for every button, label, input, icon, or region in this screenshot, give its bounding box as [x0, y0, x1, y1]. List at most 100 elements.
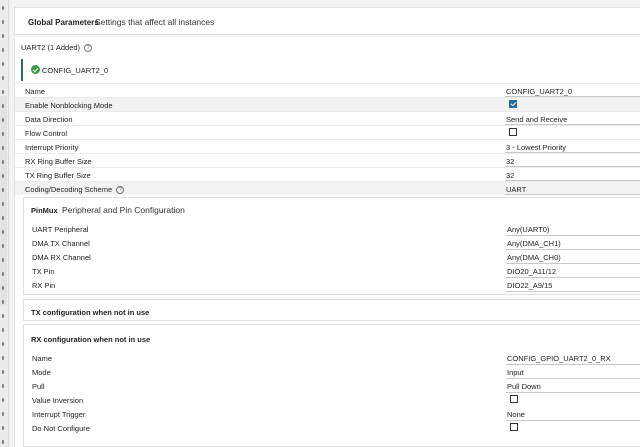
rx-row-pull: Pull Pull Down [24, 379, 640, 393]
gutter-marker [2, 146, 4, 150]
pinmux-card: PinMux Peripheral and Pin Configuration … [23, 197, 640, 295]
property-label: Name [32, 354, 53, 363]
tx-config-card[interactable]: TX configuration when not in use [23, 299, 640, 321]
instance-name: CONFIG_UART2_0 [42, 66, 109, 75]
gutter-marker [2, 286, 4, 290]
property-label: TX Ring Buffer Size [25, 171, 91, 180]
property-row-data-direction: Data Direction Send and Receive [15, 111, 640, 125]
property-label: Interrupt Trigger [32, 410, 86, 419]
pinmux-row-uart-peripheral: UART Peripheral Any(UART0) [24, 222, 640, 236]
dma-tx-channel-select[interactable]: Any(DMA_CH1) [507, 239, 561, 248]
rx-row-value-inversion: Value Inversion [24, 393, 640, 407]
property-label: Data Direction [25, 115, 73, 124]
coding-scheme-select[interactable]: UART [506, 185, 526, 194]
rx-config-card: RX configuration when not in use Name CO… [23, 324, 640, 447]
property-label: Pull [32, 382, 45, 391]
property-label: Interrupt Priority [25, 143, 79, 152]
value-inversion-checkbox[interactable] [510, 395, 518, 403]
property-label: Enable Nonblocking Mode [25, 101, 113, 110]
gutter-marker [2, 258, 4, 262]
gutter-marker [2, 34, 4, 38]
property-label: RX Pin [32, 281, 56, 290]
tx-pin-select[interactable]: DIO20_A11/12 [507, 267, 556, 276]
tx-ring-buffer-size-field[interactable]: 32 [506, 171, 514, 180]
gutter-marker [2, 90, 4, 94]
property-label: Do Not Configure [32, 424, 90, 433]
gutter-marker [2, 300, 4, 304]
property-row-rx-buffer: RX Ring Buffer Size 32 [15, 153, 640, 167]
property-label: UART Peripheral [32, 225, 89, 234]
field-underline [506, 291, 640, 292]
pinmux-title: PinMux [31, 206, 58, 215]
do-not-configure-checkbox[interactable] [510, 423, 518, 431]
gutter-marker [2, 132, 4, 136]
gutter-marker [2, 174, 4, 178]
property-row-enable-nonblocking: Enable Nonblocking Mode [15, 97, 640, 111]
pinmux-row-rx-pin: RX Pin DIO22_A9/15 [24, 278, 640, 292]
selected-indicator [21, 59, 23, 81]
help-icon[interactable]: ? [84, 44, 93, 53]
gutter-marker [2, 160, 4, 164]
rx-config-title: RX configuration when not in use [31, 335, 151, 344]
gutter-marker [2, 328, 4, 332]
interrupt-priority-select[interactable]: 3 - Lowest Priority [506, 143, 566, 152]
property-label: DMA TX Channel [32, 239, 90, 248]
property-label: DMA RX Channel [32, 253, 91, 262]
property-label: Coding/Decoding Scheme ? [25, 185, 125, 195]
gutter-marker [2, 20, 4, 24]
rx-ring-buffer-size-field[interactable]: 32 [506, 157, 514, 166]
gutter-marker [2, 6, 4, 10]
enable-nonblocking-checkbox[interactable] [509, 100, 517, 108]
gutter-marker [2, 104, 4, 108]
rx-row-name: Name CONFIG_GPIO_UART2_0_RX [24, 351, 640, 365]
gutter-marker [2, 188, 4, 192]
gutter-marker [2, 202, 4, 206]
property-label: Name [25, 87, 46, 96]
gutter-marker [2, 230, 4, 234]
gutter-marker [2, 244, 4, 248]
mode-select[interactable]: Input [507, 368, 524, 377]
uart2-module-panel: UART2 (1 Added) ? CONFIG_UART2_0 Name CO… [14, 37, 640, 447]
rx-row-do-not-configure: Do Not Configure [24, 421, 640, 435]
uart2-module-title: UART2 (1 Added) ? [21, 43, 93, 53]
property-label: TX Pin [32, 267, 55, 276]
help-icon[interactable]: ? [116, 186, 125, 195]
dma-rx-channel-select[interactable]: Any(DMA_CH0) [507, 253, 561, 262]
tx-config-title: TX configuration when not in use [31, 308, 150, 317]
pull-select[interactable]: Pull Down [507, 382, 541, 391]
name-field[interactable]: CONFIG_UART2_0 [506, 87, 572, 96]
gutter-marker [2, 412, 4, 416]
property-label: RX Ring Buffer Size [25, 157, 92, 166]
rx-pin-select[interactable]: DIO22_A9/15 [507, 281, 552, 290]
interrupt-trigger-select[interactable]: None [507, 410, 525, 419]
rx-row-interrupt-trigger: Interrupt Trigger None [24, 407, 640, 421]
flow-control-checkbox[interactable] [509, 128, 517, 136]
check-circle-icon [31, 65, 40, 74]
gutter-marker [2, 342, 4, 346]
gutter-marker [2, 384, 4, 388]
pinmux-row-tx-pin: TX Pin DIO20_A11/12 [24, 264, 640, 278]
gutter-marker [2, 118, 4, 122]
gpio-name-field[interactable]: CONFIG_GPIO_UART2_0_RX [507, 354, 611, 363]
uart-peripheral-select[interactable]: Any(UART0) [507, 225, 549, 234]
gutter-marker [2, 314, 4, 318]
field-underline [505, 194, 640, 195]
property-row-coding-scheme: Coding/Decoding Scheme ? UART [15, 181, 640, 195]
property-row-name: Name CONFIG_UART2_0 [15, 83, 640, 97]
property-label: Mode [32, 368, 51, 377]
gutter-marker [2, 426, 4, 430]
property-row-tx-buffer: TX Ring Buffer Size 32 [15, 167, 640, 181]
data-direction-select[interactable]: Send and Receive [506, 115, 567, 124]
gutter-marker [2, 76, 4, 80]
instance-tab-config-uart2-0[interactable]: CONFIG_UART2_0 [21, 59, 640, 81]
pinmux-row-dma-rx: DMA RX Channel Any(DMA_CH0) [24, 250, 640, 264]
gutter-marker [2, 48, 4, 52]
pinmux-description: Peripheral and Pin Configuration [62, 205, 185, 215]
global-parameters-section[interactable]: Global Parameters Settings that affect a… [14, 7, 640, 35]
gutter-marker [2, 356, 4, 360]
property-label: Flow Control [25, 129, 68, 138]
property-row-flow-control: Flow Control [15, 125, 640, 139]
pinmux-row-dma-tx: DMA TX Channel Any(DMA_CH1) [24, 236, 640, 250]
global-parameters-description: Settings that affect all instances [95, 17, 215, 27]
left-edge-gutter [0, 0, 9, 447]
